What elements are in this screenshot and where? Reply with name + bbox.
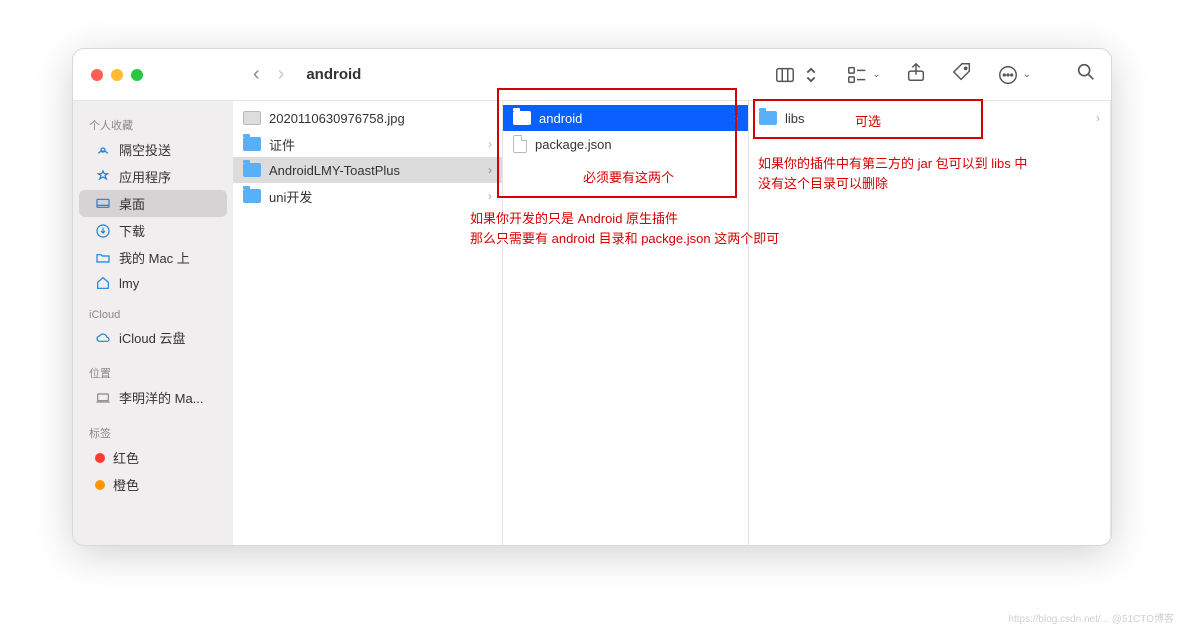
sidebar-item-home[interactable]: lmy	[79, 271, 227, 295]
group-button[interactable]: ⌄	[846, 64, 880, 86]
folder-icon	[243, 137, 261, 151]
tag-button[interactable]	[951, 61, 973, 88]
tag-dot-icon	[95, 480, 105, 490]
cloud-icon	[95, 330, 111, 346]
sidebar-tag-red[interactable]: 红色	[79, 444, 227, 471]
folder-icon	[243, 163, 261, 177]
chevron-right-icon: ›	[488, 189, 492, 203]
image-icon	[243, 111, 261, 125]
folder-icon	[513, 111, 531, 125]
sidebar-item-airdrop[interactable]: 隔空投送	[79, 136, 227, 163]
sidebar-item-macbook[interactable]: 李明洋的 Ma...	[79, 384, 227, 411]
chevron-right-icon: ›	[1096, 111, 1100, 125]
sidebar-header-icloud: iCloud	[73, 303, 233, 324]
folder-icon	[243, 189, 261, 203]
more-button[interactable]: ⌄	[997, 64, 1031, 86]
file-row[interactable]: android›	[503, 105, 748, 131]
chevron-right-icon: ›	[488, 137, 492, 151]
tag-dot-icon	[95, 453, 105, 463]
download-icon	[95, 223, 111, 239]
search-button[interactable]	[1075, 61, 1097, 88]
view-columns-button[interactable]	[774, 64, 822, 86]
minimize-button[interactable]	[111, 69, 123, 81]
sidebar-header-favorites: 个人收藏	[73, 111, 233, 136]
file-icon	[513, 135, 527, 153]
annotation-text: 必须要有这两个	[583, 168, 674, 188]
laptop-icon	[95, 390, 111, 406]
chevron-right-icon: ›	[734, 111, 738, 125]
chevron-down-icon: ⌄	[872, 69, 880, 80]
sidebar-item-desktop[interactable]: 桌面	[79, 190, 227, 217]
file-row[interactable]: AndroidLMY-ToastPlus›	[233, 157, 502, 183]
sidebar: 个人收藏 隔空投送 应用程序 桌面 下载 我的 Mac 上 lmy iCloud…	[73, 101, 233, 545]
file-row[interactable]: uni开发›	[233, 183, 502, 209]
airdrop-icon	[95, 142, 111, 158]
sidebar-header-locations: 位置	[73, 359, 233, 384]
fullscreen-button[interactable]	[131, 69, 143, 81]
window-title: android	[306, 66, 361, 83]
annotation-text: 如果你开发的只是 Android 原生插件 那么只需要有 android 目录和…	[470, 209, 779, 249]
folder-icon	[95, 250, 111, 266]
annotation-text: 如果你的插件中有第三方的 jar 包可以到 libs 中 没有这个目录可以删除	[758, 154, 1027, 194]
folder-icon	[759, 111, 777, 125]
nav-arrows: ‹ ›	[253, 63, 284, 86]
file-row[interactable]: package.json	[503, 131, 748, 157]
share-button[interactable]	[905, 61, 927, 88]
sidebar-item-downloads[interactable]: 下载	[79, 217, 227, 244]
file-row[interactable]: 2020110630976758.jpg	[233, 105, 502, 131]
desktop-icon	[95, 196, 111, 212]
file-row[interactable]: 证件›	[233, 131, 502, 157]
toolbar-icons: ⌄ ⌄	[774, 61, 1097, 88]
sidebar-item-icloud-drive[interactable]: iCloud 云盘	[79, 324, 227, 351]
watermark: https://blog.csdn.net/... @51CTO博客	[1008, 610, 1174, 625]
window-controls	[73, 69, 233, 81]
back-button[interactable]: ‹	[253, 63, 260, 86]
close-button[interactable]	[91, 69, 103, 81]
file-row[interactable]: libs›	[749, 105, 1110, 131]
chevron-right-icon: ›	[488, 163, 492, 177]
sidebar-tag-orange[interactable]: 橙色	[79, 471, 227, 498]
applications-icon	[95, 169, 111, 185]
finder-window: ‹ › android ⌄ ⌄	[72, 48, 1112, 546]
toolbar: ‹ › android ⌄ ⌄	[73, 49, 1111, 101]
annotation-text: 可选	[855, 112, 881, 132]
column-1: 2020110630976758.jpg 证件› AndroidLMY-Toas…	[233, 101, 503, 545]
sidebar-item-applications[interactable]: 应用程序	[79, 163, 227, 190]
sidebar-item-on-my-mac[interactable]: 我的 Mac 上	[79, 244, 227, 271]
sidebar-header-tags: 标签	[73, 419, 233, 444]
chevron-down-icon: ⌄	[1023, 69, 1031, 80]
forward-button[interactable]: ›	[278, 63, 285, 86]
home-icon	[95, 275, 111, 291]
